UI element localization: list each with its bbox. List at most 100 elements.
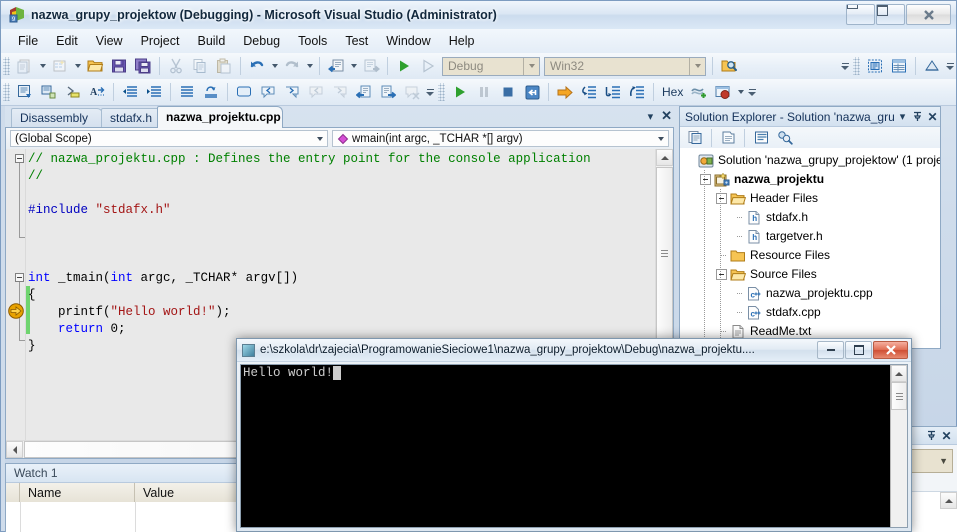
step-into-icon[interactable]: [577, 80, 601, 104]
paste-icon[interactable]: [212, 54, 236, 78]
redo-icon[interactable]: [280, 54, 304, 78]
toolbar-overflow-button[interactable]: [746, 81, 758, 103]
menu-item-edit[interactable]: Edit: [47, 31, 87, 51]
solution-tree-item[interactable]: c stdafx.cpp: [680, 303, 940, 322]
toolbox-icon[interactable]: [863, 54, 887, 78]
tab-nazwa-projektu-cpp[interactable]: nazwa_projektu.cpp: [157, 106, 283, 128]
console-close-button[interactable]: [873, 341, 908, 359]
toggle-all-outlining-icon[interactable]: [175, 80, 199, 104]
next-bookmark-folder-icon[interactable]: [328, 80, 352, 104]
toggle-completion-icon[interactable]: A: [85, 80, 109, 104]
undo-icon[interactable]: [245, 54, 269, 78]
solution-tree-item[interactable]: Resource Files: [680, 246, 940, 265]
redo-dropdown-arrow[interactable]: [304, 55, 315, 77]
close-icon[interactable]: ✕: [925, 108, 940, 125]
outline-collapse-function-icon[interactable]: [15, 273, 24, 282]
increase-indent-icon[interactable]: [142, 80, 166, 104]
menu-item-file[interactable]: File: [9, 31, 47, 51]
hex-display-label[interactable]: Hex: [658, 85, 687, 99]
restart-icon[interactable]: [520, 80, 544, 104]
console-scroll-thumb[interactable]: [891, 382, 907, 410]
menu-item-project[interactable]: Project: [132, 31, 189, 51]
clear-bookmarks-icon[interactable]: [400, 80, 424, 104]
add-new-item-dropdown-arrow[interactable]: [72, 55, 83, 77]
console-maximize-button[interactable]: [845, 341, 872, 359]
uncomment-selection-icon[interactable]: [61, 80, 85, 104]
start-debugging-icon[interactable]: [392, 54, 416, 78]
toolbar-grip[interactable]: [3, 57, 10, 75]
minimize-button[interactable]: [846, 4, 875, 25]
tree-collapse-icon[interactable]: [716, 269, 727, 280]
console-body[interactable]: Hello world!_: [240, 364, 908, 528]
scope-combo[interactable]: (Global Scope): [10, 130, 328, 147]
object-browser-icon[interactable]: [920, 54, 944, 78]
view-class-diagram-icon[interactable]: [773, 126, 797, 150]
continue-icon[interactable]: [448, 80, 472, 104]
tab-stdafx-h[interactable]: stdafx.h: [101, 108, 163, 128]
add-new-item-icon[interactable]: [48, 54, 72, 78]
console-minimize-button[interactable]: [817, 341, 844, 359]
show-next-statement-icon[interactable]: [553, 80, 577, 104]
close-icon[interactable]: ✕: [939, 427, 954, 444]
toolbar-overflow-button[interactable]: [424, 81, 436, 103]
watch-column-name[interactable]: Name: [20, 483, 135, 503]
previous-bookmark-document-icon[interactable]: [352, 80, 376, 104]
step-out-icon[interactable]: [625, 80, 649, 104]
solution-tree[interactable]: Solution 'nazwa_grupy_projektow' (1 proj…: [680, 148, 940, 348]
menu-item-view[interactable]: View: [87, 31, 132, 51]
properties-icon[interactable]: [683, 126, 707, 150]
find-in-files-icon[interactable]: [717, 54, 741, 78]
toolbar-overflow-button[interactable]: [839, 55, 851, 77]
chevron-down-icon[interactable]: [313, 131, 327, 146]
cut-icon[interactable]: [164, 54, 188, 78]
console-vertical-scrollbar[interactable]: [890, 365, 907, 527]
solution-tree-item[interactable]: c nazwa_projektu.cpp: [680, 284, 940, 303]
navigate-backward-icon[interactable]: [324, 54, 348, 78]
properties-window-icon[interactable]: [887, 54, 911, 78]
chevron-down-icon[interactable]: ▼: [939, 456, 948, 466]
tree-collapse-icon[interactable]: [700, 174, 711, 185]
pin-icon[interactable]: [910, 108, 925, 125]
solution-tree-item[interactable]: h stdafx.h: [680, 208, 940, 227]
tab-disassembly[interactable]: Disassembly: [11, 108, 103, 128]
menu-item-tools[interactable]: Tools: [289, 31, 336, 51]
undo-dropdown-arrow[interactable]: [269, 55, 280, 77]
toolbar-overflow-button[interactable]: [944, 55, 956, 77]
collapse-to-definitions-icon[interactable]: [199, 80, 223, 104]
new-project-icon[interactable]: [13, 54, 37, 78]
scroll-up-button[interactable]: [940, 492, 957, 509]
comment-selection-icon[interactable]: [37, 80, 61, 104]
breakpoints-dropdown-arrow[interactable]: [735, 81, 746, 103]
next-bookmark-document-icon[interactable]: [376, 80, 400, 104]
solution-configurations-combo[interactable]: Debug: [442, 56, 540, 76]
step-over-icon[interactable]: [601, 80, 625, 104]
toggle-bookmark-icon[interactable]: [232, 80, 256, 104]
editor-vertical-scroll-thumb[interactable]: [656, 167, 673, 339]
solution-platforms-combo[interactable]: Win32: [544, 56, 706, 76]
next-bookmark-icon[interactable]: [280, 80, 304, 104]
save-icon[interactable]: [107, 54, 131, 78]
tree-collapse-icon[interactable]: [716, 193, 727, 204]
scroll-up-button[interactable]: [656, 149, 673, 166]
menu-item-build[interactable]: Build: [188, 31, 234, 51]
show-all-files-icon[interactable]: [716, 126, 740, 150]
navigate-backward-dropdown-arrow[interactable]: [348, 55, 359, 77]
breakpoints-window-icon[interactable]: [711, 80, 735, 104]
new-project-dropdown-arrow[interactable]: [37, 55, 48, 77]
copy-icon[interactable]: [188, 54, 212, 78]
menu-item-test[interactable]: Test: [336, 31, 377, 51]
chevron-down-icon[interactable]: [689, 57, 705, 75]
toolbar-grip[interactable]: [853, 57, 860, 75]
thread-icon[interactable]: [687, 80, 711, 104]
function-combo[interactable]: wmain(int argc, _TCHAR *[] argv): [332, 130, 669, 147]
menu-item-window[interactable]: Window: [377, 31, 439, 51]
decrease-indent-icon[interactable]: [118, 80, 142, 104]
previous-bookmark-icon[interactable]: [256, 80, 280, 104]
chevron-down-icon[interactable]: ▾: [648, 110, 654, 123]
menu-item-debug[interactable]: Debug: [234, 31, 289, 51]
previous-bookmark-folder-icon[interactable]: [304, 80, 328, 104]
break-all-icon[interactable]: [472, 80, 496, 104]
docked-tool-window-body[interactable]: [907, 491, 957, 532]
pin-icon[interactable]: [924, 427, 939, 444]
outline-collapse-comment-icon[interactable]: [15, 154, 24, 163]
